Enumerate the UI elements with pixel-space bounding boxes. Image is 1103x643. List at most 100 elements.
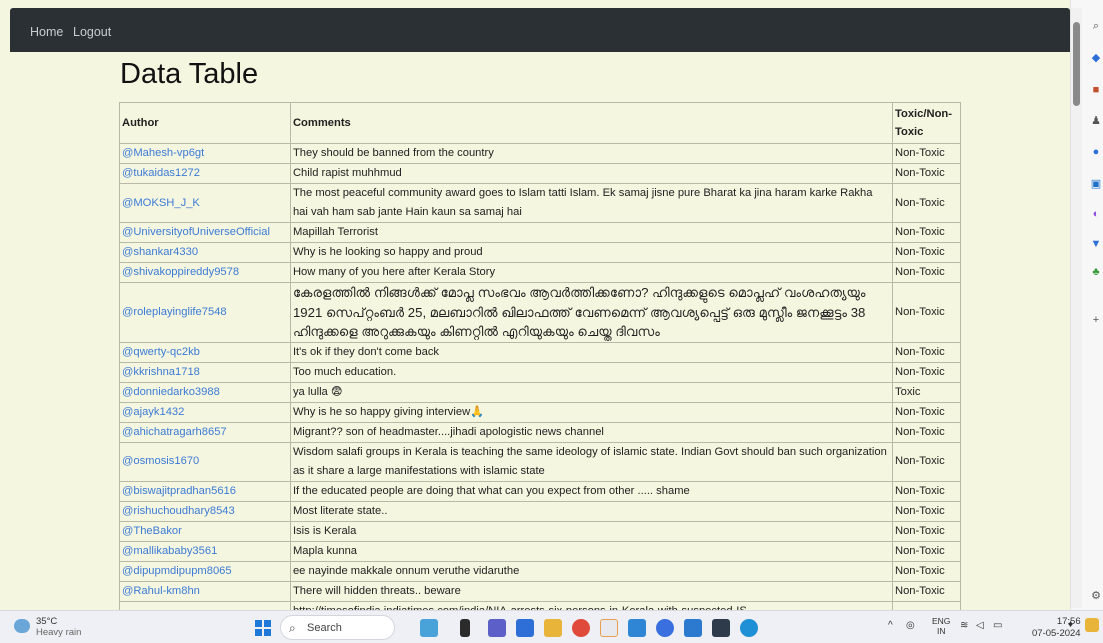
author-cell[interactable]: @UniversityofUniverseOfficial bbox=[119, 222, 291, 243]
page-title: Data Table bbox=[120, 58, 259, 90]
data-table: Author Comments Toxic/Non-Toxic @Mahesh-… bbox=[119, 102, 961, 610]
comment-cell: Mapillah Terrorist bbox=[289, 222, 894, 243]
lang-top: ENG bbox=[932, 616, 951, 626]
author-cell[interactable]: @ajayk1432 bbox=[119, 401, 291, 423]
comment-cell: Isis is Kerala bbox=[289, 520, 894, 542]
table-row: @MOKSH_J_K The most peaceful community aw… bbox=[119, 183, 961, 223]
author-cell[interactable]: @MOKSH_J_K bbox=[119, 183, 291, 223]
toxicity-cell bbox=[892, 600, 961, 610]
send-icon[interactable]: ▼ bbox=[1090, 238, 1102, 250]
author-cell[interactable]: @Mahesh-vp6gt bbox=[119, 143, 291, 164]
taskbar: 35°C Heavy rain ⌕ Search ^ ◎ ENG IN ≋ ◁ … bbox=[0, 610, 1103, 643]
people-icon[interactable]: ♟ bbox=[1090, 115, 1102, 127]
comment-cell: http://timesofindia.indiatimes.com/india… bbox=[289, 600, 894, 610]
comment-cell: Migrant?? son of headmaster....jihadi ap… bbox=[289, 421, 894, 443]
chrome-icon[interactable] bbox=[572, 619, 590, 637]
comment-cell: How many of you here after Kerala Story bbox=[289, 262, 894, 283]
author-cell[interactable]: @donniedarko3988 bbox=[119, 381, 291, 403]
author-cell[interactable]: @shankar4330 bbox=[119, 242, 291, 263]
scrollbar-thumb[interactable] bbox=[1073, 22, 1080, 106]
toxicity-cell: Non-Toxic bbox=[892, 580, 961, 602]
widgets-icon[interactable] bbox=[420, 619, 438, 637]
table-row: @UniversityofUniverseOfficial Mapillah Te… bbox=[119, 222, 961, 243]
copilot-icon[interactable]: ◎ bbox=[906, 620, 915, 631]
author-cell[interactable]: @shivakoppireddy9578 bbox=[119, 262, 291, 283]
author-cell[interactable]: @rishuchoudhary8543 bbox=[119, 500, 291, 522]
toxicity-cell: Non-Toxic bbox=[892, 143, 961, 164]
designer-icon[interactable]: ◐ bbox=[1090, 208, 1102, 220]
weather-temp: 35°C bbox=[36, 616, 58, 627]
comment-cell: Child rapist muhhmud bbox=[289, 163, 894, 184]
add-icon[interactable]: + bbox=[1090, 314, 1102, 326]
table-row: @tukaidas1272 Child rapist muhhmud Non-Tox… bbox=[119, 163, 961, 184]
search-icon: ⌕ bbox=[289, 621, 296, 635]
comment-cell: Wisdom salafi groups in Kerala is teachi… bbox=[289, 441, 894, 482]
outlook-icon[interactable]: ▣ bbox=[1090, 178, 1102, 190]
author-cell[interactable]: @mallikababy3561 bbox=[119, 540, 291, 562]
weather-widget[interactable]: 35°C Heavy rain bbox=[36, 616, 81, 638]
toxicity-cell: Toxic bbox=[892, 381, 961, 403]
table-body: @Mahesh-vp6gt They should be banned from … bbox=[119, 143, 961, 610]
comment-cell: Most literate state.. bbox=[289, 500, 894, 522]
chevron-up-icon[interactable]: ^ bbox=[888, 620, 893, 631]
notification-bell-icon[interactable]: ♦ bbox=[1068, 619, 1073, 630]
comment-cell: If the educated people are doing that wh… bbox=[289, 480, 894, 502]
toxicity-cell: Non-Toxic bbox=[892, 163, 961, 184]
author-cell[interactable]: @TheBakor bbox=[119, 520, 291, 542]
settings-icon[interactable]: ⚙ bbox=[1090, 590, 1102, 602]
word-icon[interactable] bbox=[656, 619, 674, 637]
comment-cell: They should be banned from the country bbox=[289, 143, 894, 164]
table-row: @shankar4330 Why is he looking so happy a… bbox=[119, 242, 961, 263]
comment-cell: ya lulla 😨 bbox=[289, 381, 894, 403]
wifi-icon[interactable]: ≋ bbox=[960, 620, 968, 631]
search-icon[interactable]: ⌕ bbox=[1090, 20, 1102, 32]
notepad-icon[interactable] bbox=[684, 619, 702, 637]
comment-cell: ee nayinde makkale onnum veruthe vidarut… bbox=[289, 560, 894, 582]
author-cell[interactable]: @biswajitpradhan5616 bbox=[119, 480, 291, 502]
tree-icon[interactable]: ♣ bbox=[1090, 266, 1102, 278]
battery-icon[interactable]: ▭ bbox=[993, 620, 1002, 631]
author-cell bbox=[119, 600, 291, 610]
navbar: Home Logout bbox=[10, 8, 1070, 52]
author-cell[interactable]: @ahichatragarh8657 bbox=[119, 421, 291, 443]
file-explorer-icon[interactable] bbox=[544, 619, 562, 637]
clock-time: 17:56 bbox=[1056, 616, 1081, 627]
app-icon[interactable] bbox=[600, 619, 618, 637]
toxicity-cell: Non-Toxic bbox=[892, 441, 961, 482]
clock[interactable]: 17:56 07-05-2024 bbox=[1032, 616, 1081, 640]
windows-start-icon[interactable] bbox=[255, 620, 271, 636]
author-cell[interactable]: @osmosis1670 bbox=[119, 441, 291, 482]
toxicity-cell: Non-Toxic bbox=[892, 262, 961, 283]
author-cell[interactable]: @tukaidas1272 bbox=[119, 163, 291, 184]
volume-icon[interactable]: ◁ bbox=[976, 620, 984, 631]
author-cell[interactable]: @qwerty-qc2kb bbox=[119, 341, 291, 363]
teams-icon[interactable] bbox=[488, 619, 506, 637]
toxicity-cell: Non-Toxic bbox=[892, 500, 961, 522]
tag-icon[interactable]: ◆ bbox=[1090, 52, 1102, 64]
terminal-icon[interactable] bbox=[712, 619, 730, 637]
language-indicator[interactable]: ENG IN bbox=[932, 616, 950, 636]
weather-desc: Heavy rain bbox=[36, 627, 82, 638]
toxicity-cell: Non-Toxic bbox=[892, 242, 961, 263]
toolbox-icon[interactable]: ■ bbox=[1090, 84, 1102, 96]
toxicity-cell: Non-Toxic bbox=[892, 361, 961, 383]
author-cell[interactable]: @kkrishna1718 bbox=[119, 361, 291, 383]
nav-home-link[interactable]: Home bbox=[30, 25, 63, 39]
toxicity-cell: Non-Toxic bbox=[892, 480, 961, 502]
author-cell[interactable]: @dipupmdipupm8065 bbox=[119, 560, 291, 582]
circle-icon[interactable]: ● bbox=[1090, 146, 1102, 158]
taskbar-search[interactable]: ⌕ Search bbox=[280, 615, 395, 640]
comment-cell: Too much education. bbox=[289, 361, 894, 383]
toxicity-cell: Non-Toxic bbox=[892, 520, 961, 542]
nav-logout-link[interactable]: Logout bbox=[73, 25, 111, 39]
edge-icon[interactable] bbox=[740, 619, 758, 637]
store-icon[interactable] bbox=[516, 619, 534, 637]
comment-cell: It's ok if they don't come back bbox=[289, 341, 894, 363]
author-cell[interactable]: @Rahul-km8hn bbox=[119, 580, 291, 602]
task-view-icon[interactable] bbox=[460, 619, 470, 637]
author-cell[interactable]: @roleplayinglife7548 bbox=[119, 282, 291, 343]
weather-icon bbox=[14, 619, 30, 633]
toxicity-cell: Non-Toxic bbox=[892, 560, 961, 582]
vscode-icon[interactable] bbox=[628, 619, 646, 637]
profile-icon[interactable] bbox=[1085, 618, 1099, 632]
